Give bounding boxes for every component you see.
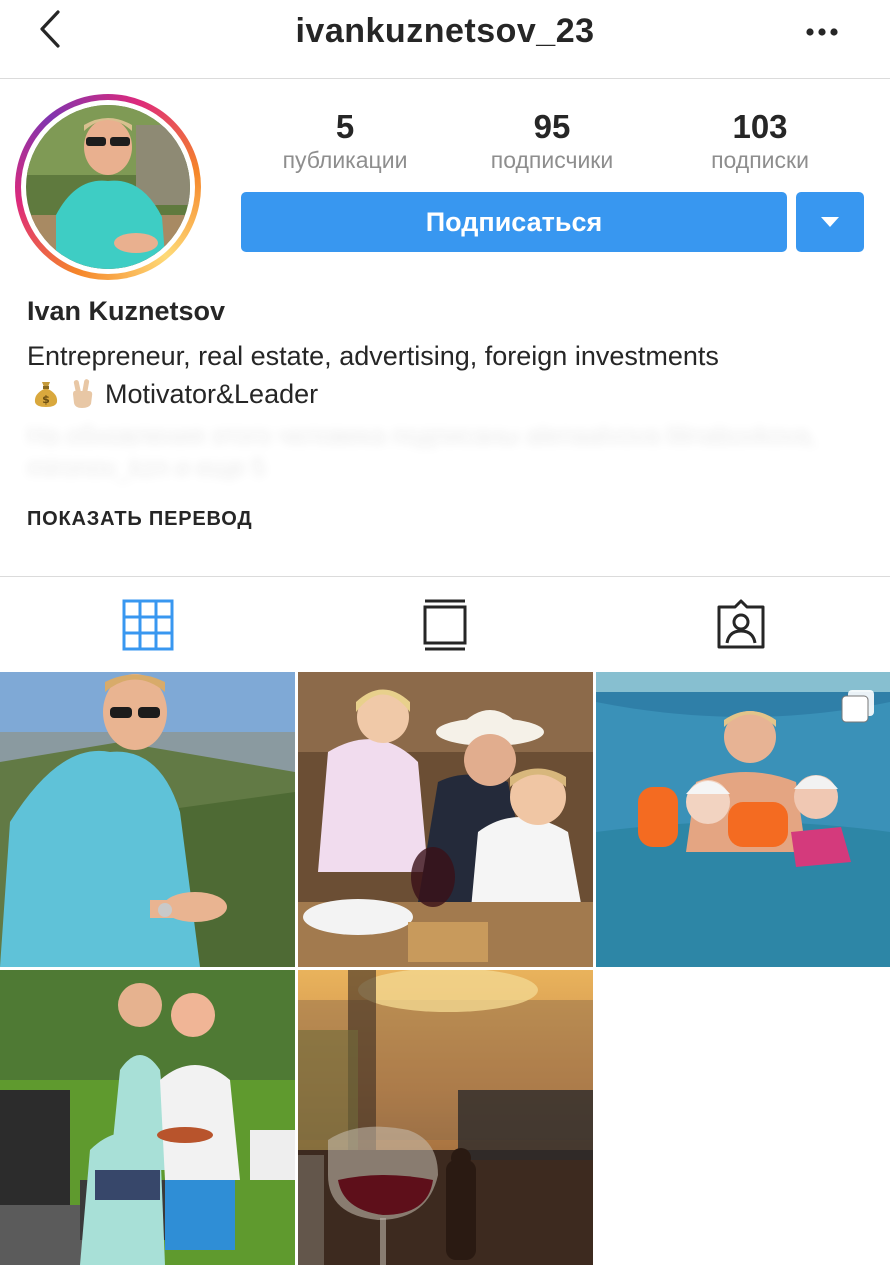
story-ring[interactable] xyxy=(15,94,201,280)
followers-count-value: 95 xyxy=(533,108,571,145)
show-translation-link[interactable]: ПОКАЗАТЬ ПЕРЕВОД xyxy=(27,508,252,531)
bio-line-2: $ Motivator&Leader xyxy=(27,375,867,413)
grid-icon xyxy=(122,599,174,651)
followers-count-label: подписчики xyxy=(490,147,614,173)
tab-grid[interactable] xyxy=(120,597,176,653)
following-count-label: подписки xyxy=(711,147,809,173)
post-thumbnail-2[interactable] xyxy=(298,672,593,967)
bio-line-1: Entrepreneur, real estate, advertising, … xyxy=(27,341,719,371)
tab-tagged[interactable] xyxy=(713,597,769,653)
posts-count-label: публикации xyxy=(282,147,408,173)
money-bag-icon: $ xyxy=(34,382,58,407)
ellipsis-icon xyxy=(806,28,838,36)
follow-button[interactable]: Подписаться xyxy=(241,192,787,252)
post-thumbnail-3[interactable] xyxy=(596,672,890,967)
following-count-value: 103 xyxy=(732,108,788,145)
following-count[interactable]: 103 подписки xyxy=(660,108,860,174)
followed-by-text[interactable]: На обновления этого человека подписаны a… xyxy=(27,420,867,484)
bio: Entrepreneur, real estate, advertising, … xyxy=(27,337,867,413)
tab-feed[interactable] xyxy=(417,597,473,653)
caret-down-icon xyxy=(821,217,839,227)
top-bar: ivankuznetsov_23 xyxy=(0,0,890,79)
feed-icon xyxy=(423,599,467,651)
followers-count[interactable]: 95 подписчики xyxy=(452,108,652,174)
posts-count-value: 5 xyxy=(335,108,355,145)
bio-line-2-text: Motivator&Leader xyxy=(105,379,319,409)
post-thumbnail-1[interactable] xyxy=(0,672,295,967)
tagged-person-icon xyxy=(717,599,765,649)
profile-username: ivankuznetsov_23 xyxy=(295,12,595,50)
full-name: Ivan Kuznetsov xyxy=(27,296,226,326)
svg-text:$: $ xyxy=(42,393,50,406)
profile-tabs xyxy=(0,576,890,672)
more-options-button[interactable] xyxy=(802,14,846,50)
suggested-dropdown-button[interactable] xyxy=(796,192,864,252)
multiple-posts-icon xyxy=(841,690,874,723)
post-thumbnail-4[interactable] xyxy=(0,970,295,1265)
avatar xyxy=(26,105,190,269)
posts-count[interactable]: 5 публикации xyxy=(245,108,445,174)
post-thumbnail-5[interactable] xyxy=(298,970,593,1265)
victory-hand-icon xyxy=(73,379,93,408)
